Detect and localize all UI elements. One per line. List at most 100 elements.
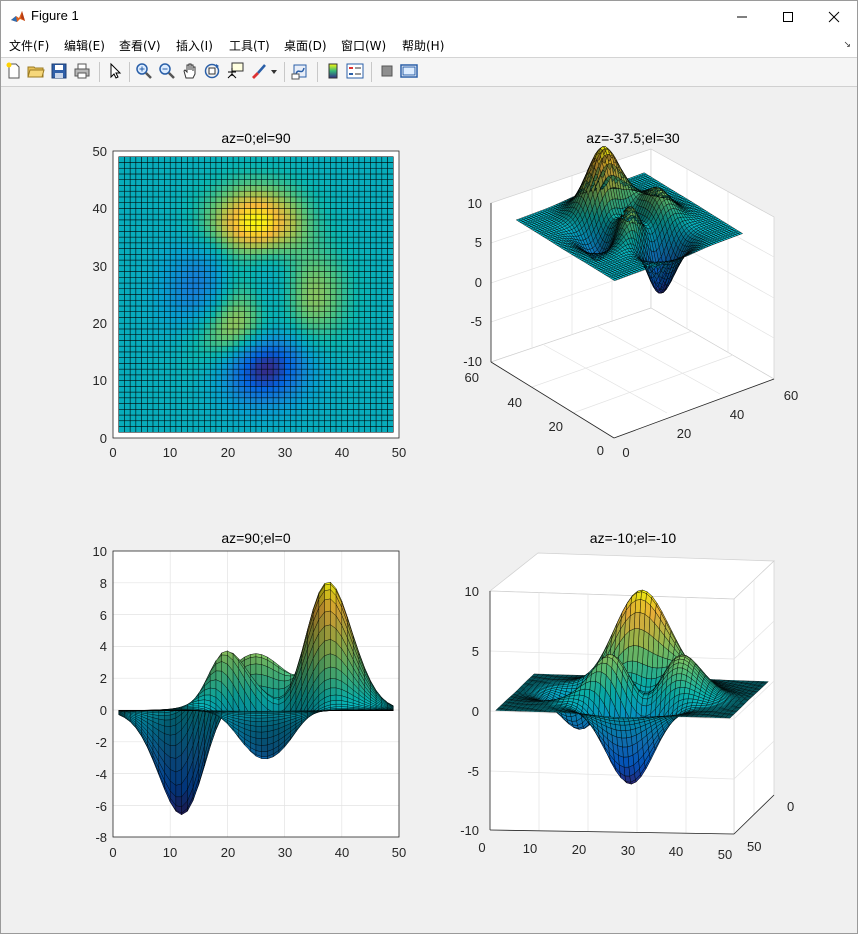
surface-cell (285, 415, 291, 421)
surface-cell (130, 237, 136, 243)
surface-cell (147, 226, 153, 232)
minimize-button[interactable] (719, 1, 765, 32)
surface-cell (279, 203, 285, 209)
surface-cell (216, 272, 222, 278)
menu-insert[interactable]: 插入(I) (176, 37, 213, 54)
surface-cell (176, 381, 182, 387)
surface-cell (307, 168, 313, 174)
surface-cell (193, 363, 199, 369)
surface-cell (267, 174, 273, 180)
surface-cell (159, 277, 165, 283)
menu-view[interactable]: 查看(V) (119, 37, 161, 54)
surface-cell (245, 180, 251, 186)
subplot-top-view[interactable]: az=0;el=90 0 10 20 30 40 50 0 10 20 30 4… (93, 130, 407, 460)
surface-cell (159, 335, 165, 341)
surface-cell (319, 249, 325, 255)
maximize-button[interactable] (765, 1, 811, 32)
save-icon[interactable] (50, 62, 68, 80)
surface-cell (233, 180, 239, 186)
surface-cell (210, 363, 216, 369)
menu-help[interactable]: 帮助(H) (402, 37, 444, 54)
surface-cell (216, 260, 222, 266)
print-icon[interactable] (73, 62, 91, 80)
rotate-3d-icon[interactable] (203, 62, 221, 80)
surface-cell (210, 277, 216, 283)
menu-file[interactable]: 文件(F) (9, 37, 49, 54)
surface-cell (376, 335, 382, 341)
new-figure-icon[interactable] (5, 62, 23, 80)
show-plot-tools-icon[interactable] (400, 62, 418, 80)
title-bar[interactable]: Figure 1 (1, 1, 857, 32)
surface-cell (307, 214, 313, 220)
surface-cell (250, 254, 256, 260)
surface-cell (216, 174, 222, 180)
menu-dock-arrow-icon[interactable]: ↘ (843, 40, 851, 50)
zoom-in-icon[interactable] (135, 62, 153, 80)
surface-cell (124, 277, 130, 283)
surface-cell (273, 254, 279, 260)
menu-edit[interactable]: 编辑(E) (64, 37, 105, 54)
surface-cell (262, 237, 268, 243)
zoom-out-icon[interactable] (158, 62, 176, 80)
surface-cell (164, 375, 170, 381)
y-tick-label: 0 (100, 431, 107, 446)
pointer-icon[interactable] (106, 62, 124, 80)
pan-hand-icon[interactable] (181, 62, 199, 80)
surface-cell (302, 185, 308, 191)
surface-cell (187, 375, 193, 381)
figure-toolbar (1, 58, 857, 87)
surface-cell (147, 381, 153, 387)
surface-cell (124, 254, 130, 260)
surface-cell (313, 168, 319, 174)
surface-cell (199, 340, 205, 346)
open-file-icon[interactable] (27, 62, 45, 80)
surface-cell (325, 243, 331, 249)
surface-cell (262, 260, 268, 266)
surface-cell (119, 427, 125, 433)
x-tick-label: 30 (278, 445, 292, 460)
surface-cell (239, 174, 245, 180)
surface-cell (245, 220, 251, 226)
surface-cell (267, 369, 273, 375)
surface-cell (130, 415, 136, 421)
surface-cell (330, 237, 336, 243)
data-cursor-icon[interactable] (226, 62, 244, 80)
surface-cell (382, 352, 388, 358)
surface-cell (124, 237, 130, 243)
surface-cell (227, 421, 233, 427)
surface-cell (273, 421, 279, 427)
surface-cell (388, 226, 394, 232)
menu-desktop[interactable]: 桌面(D) (284, 37, 327, 54)
menu-tools[interactable]: 工具(T) (229, 37, 270, 54)
legend-icon[interactable] (346, 62, 364, 80)
surface-cell (164, 214, 170, 220)
surface-cell (205, 168, 211, 174)
link-plot-icon[interactable] (291, 62, 309, 80)
surface-cell (136, 203, 142, 209)
surface-cell (142, 249, 148, 255)
surface-cell (182, 409, 188, 415)
close-button[interactable] (811, 1, 857, 32)
subplot-3d-view[interactable]: az=-37.5;el=30 10 5 0 -5 -10 60 40 20 0 … (463, 130, 798, 460)
surface-cell (227, 168, 233, 174)
menu-window[interactable]: 窗口(W) (341, 37, 386, 54)
surface-cell (136, 363, 142, 369)
surface-cell (250, 323, 256, 329)
hide-plot-tools-icon[interactable] (378, 62, 396, 80)
surface-cell (170, 386, 176, 392)
surface-cell (239, 398, 245, 404)
surface-cell (153, 283, 159, 289)
brush-dropdown-icon[interactable] (269, 62, 279, 80)
figure-canvas[interactable]: az=0;el=90 0 10 20 30 40 50 0 10 20 30 4… (1, 87, 857, 933)
surface-cell (153, 168, 159, 174)
surface-cell (153, 369, 159, 375)
brush-icon[interactable] (249, 62, 267, 80)
surface-cell (142, 197, 148, 203)
surface-cell (267, 260, 273, 266)
subplot-side-view[interactable]: az=90;el=0 10 8 6 4 2 0 -2 -4 -6 -8 0 10… (93, 530, 407, 860)
surface-cell (302, 329, 308, 335)
surface-cell (170, 277, 176, 283)
surface-cell (153, 266, 159, 272)
colorbar-icon[interactable] (324, 62, 342, 80)
surface-cell (342, 340, 348, 346)
